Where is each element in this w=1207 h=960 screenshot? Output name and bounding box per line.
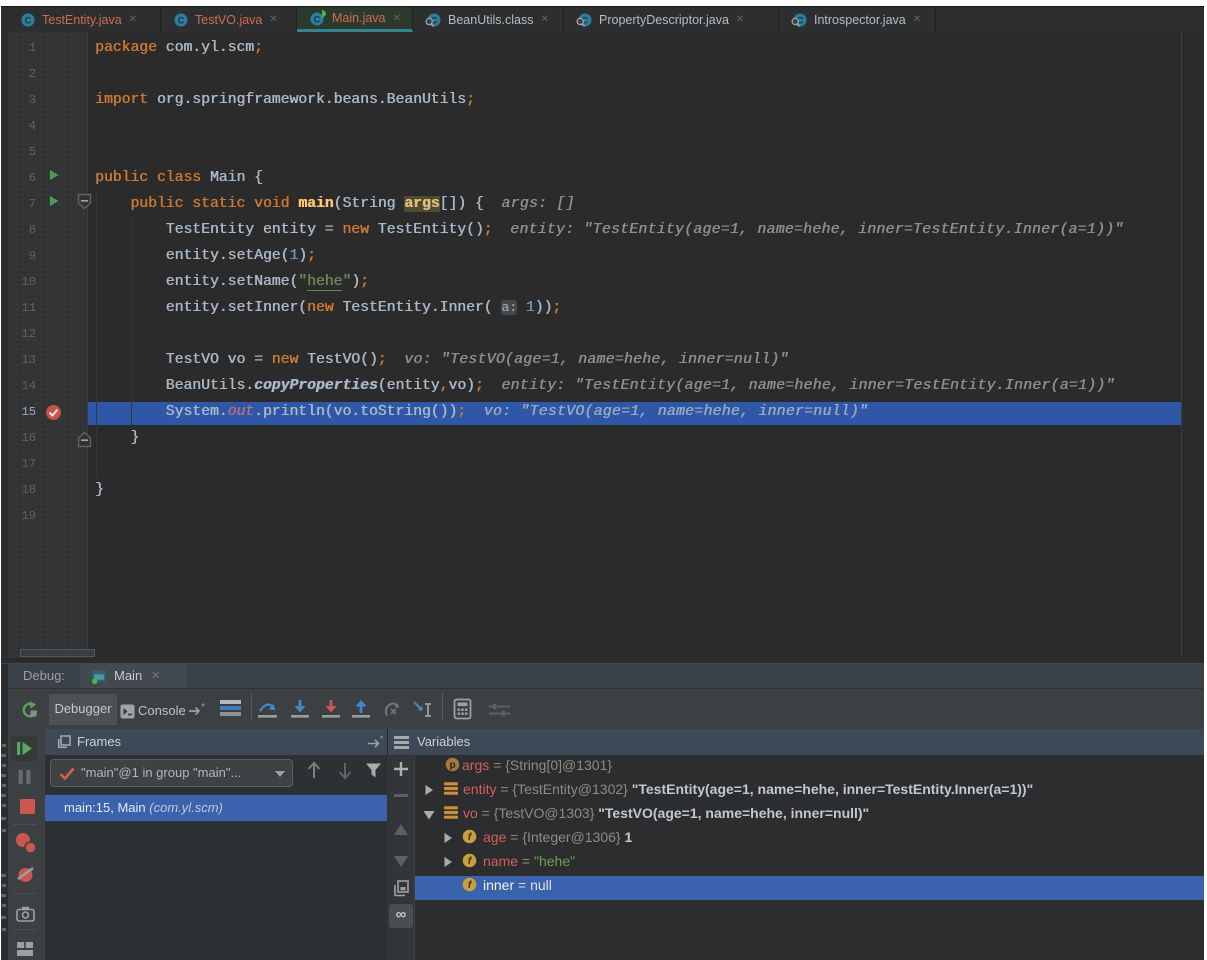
svg-text:*: * — [380, 736, 384, 744]
svg-text:C: C — [178, 15, 185, 25]
svg-text:*: * — [201, 703, 205, 713]
svg-text:C: C — [314, 14, 321, 24]
svg-text:p: p — [449, 760, 455, 771]
svg-text:C: C — [25, 15, 32, 25]
